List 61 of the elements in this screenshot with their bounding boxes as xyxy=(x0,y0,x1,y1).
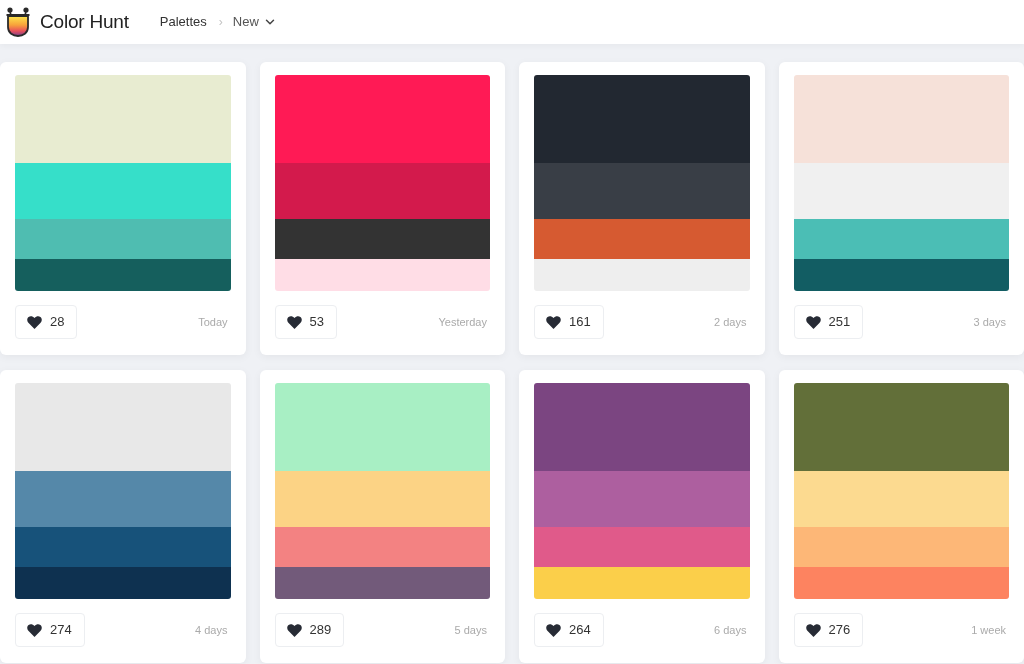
palette-swatch[interactable] xyxy=(534,75,750,163)
palette-swatch[interactable] xyxy=(534,383,750,471)
heart-icon xyxy=(27,315,42,329)
heart-icon xyxy=(805,623,821,637)
like-button[interactable]: 161 xyxy=(534,305,604,339)
logo-icon xyxy=(5,7,31,37)
heart-icon xyxy=(805,315,821,329)
palette-swatch[interactable] xyxy=(793,383,1009,471)
palette-swatch[interactable] xyxy=(793,259,1009,291)
heart-icon xyxy=(546,623,561,637)
palette-swatch[interactable] xyxy=(274,527,490,567)
like-button[interactable]: 274 xyxy=(15,613,85,647)
palette-swatch[interactable] xyxy=(274,567,490,599)
palette-swatch[interactable] xyxy=(534,527,750,567)
like-button[interactable]: 264 xyxy=(534,613,604,647)
like-button[interactable]: 289 xyxy=(274,613,345,647)
palette-swatch[interactable] xyxy=(15,75,231,163)
palette-swatch[interactable] xyxy=(274,259,490,291)
palette-swatch[interactable] xyxy=(274,75,490,163)
palette-date: 2 days xyxy=(714,314,748,330)
palette-swatch[interactable] xyxy=(534,219,750,259)
palette-swatch[interactable] xyxy=(534,471,750,527)
like-button[interactable]: 28 xyxy=(15,305,78,339)
palette-date: Today xyxy=(198,314,229,330)
palette-date: 1 week xyxy=(971,622,1007,638)
like-button[interactable]: 276 xyxy=(793,613,864,647)
palette-swatch[interactable] xyxy=(274,163,490,219)
heart-icon xyxy=(27,623,42,637)
palette-swatch[interactable] xyxy=(15,567,231,599)
palette-date: 3 days xyxy=(973,314,1007,330)
palette-swatch[interactable] xyxy=(15,163,231,219)
palette-swatch[interactable] xyxy=(793,219,1009,259)
palette-swatch[interactable] xyxy=(793,471,1009,527)
palette-date: 5 days xyxy=(454,622,488,638)
breadcrumb-separator: › xyxy=(218,14,223,31)
palette-date: 4 days xyxy=(195,622,229,638)
palette-date: 6 days xyxy=(714,622,748,638)
palette-swatch[interactable] xyxy=(274,471,490,527)
palette-swatch[interactable] xyxy=(15,383,231,471)
palette-date: Yesterday xyxy=(438,314,488,330)
heart-icon xyxy=(546,315,561,329)
palette-swatch[interactable] xyxy=(274,219,490,259)
palette-swatch[interactable] xyxy=(15,471,231,527)
palette-swatch[interactable] xyxy=(534,259,750,291)
like-button[interactable]: 251 xyxy=(793,305,864,339)
palette-swatch[interactable] xyxy=(15,259,231,291)
new-dropdown[interactable]: New xyxy=(232,12,277,32)
palette-swatch[interactable] xyxy=(793,567,1009,599)
palette-swatch[interactable] xyxy=(15,219,231,259)
palettes-link[interactable]: Palettes xyxy=(159,12,207,32)
palette-swatch[interactable] xyxy=(793,75,1009,163)
palette-swatch[interactable] xyxy=(15,527,231,567)
palette-swatch[interactable] xyxy=(793,163,1009,219)
heart-icon xyxy=(286,623,302,637)
palette-swatch[interactable] xyxy=(793,527,1009,567)
palette-swatch[interactable] xyxy=(534,567,750,599)
palette-swatch[interactable] xyxy=(534,163,750,219)
like-button[interactable]: 53 xyxy=(274,305,337,339)
brand-name[interactable]: Color Hunt xyxy=(40,7,129,37)
heart-icon xyxy=(286,315,302,329)
palette-swatch[interactable] xyxy=(274,383,490,471)
